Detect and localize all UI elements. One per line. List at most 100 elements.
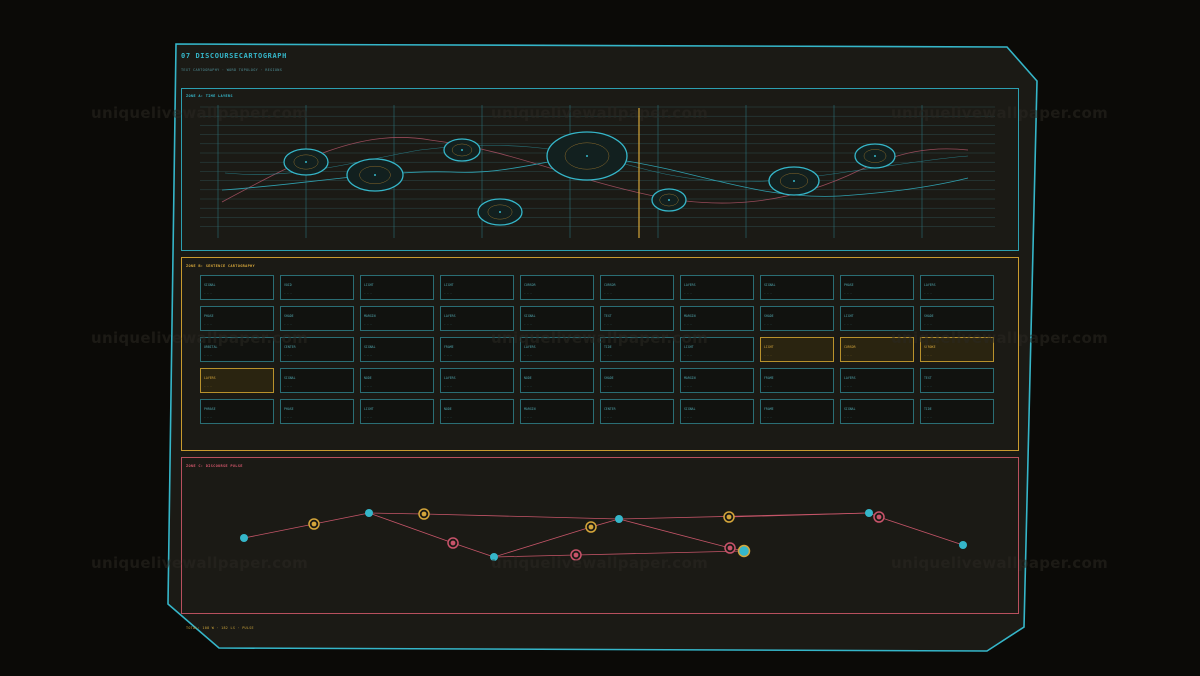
word-cell-meta: — — —: [284, 323, 292, 326]
word-cell-meta: — — —: [924, 323, 932, 326]
word-cell-label: LAYERS: [844, 376, 856, 380]
word-cell-label: PHASE: [284, 407, 294, 411]
word-cell-meta: — — —: [284, 354, 292, 357]
word-cell[interactable]: SHADE — — —: [920, 306, 994, 331]
word-cell-label: TEXT: [924, 376, 932, 380]
watermark: uniquelivewallpaper.com: [491, 329, 709, 347]
word-cell-meta: — — —: [924, 416, 932, 419]
word-cell[interactable]: SIGNAL — — —: [680, 399, 754, 424]
word-cell[interactable]: SIGNAL — — —: [280, 368, 354, 393]
word-cell[interactable]: SIGNAL — — —: [760, 275, 834, 300]
word-cell[interactable]: SHADE — — —: [600, 368, 674, 393]
word-cell[interactable]: CENTER — — —: [600, 399, 674, 424]
word-cell[interactable]: TEXT — — —: [600, 306, 674, 331]
word-cell-meta: — — —: [604, 354, 612, 357]
word-cell[interactable]: MARGIN — — —: [360, 306, 434, 331]
word-cell[interactable]: MARGIN — — —: [680, 368, 754, 393]
word-cell-meta: — — —: [604, 323, 612, 326]
watermark: uniquelivewallpaper.com: [891, 329, 1109, 347]
word-cell-meta: — — —: [844, 292, 852, 295]
word-cell-meta: — — —: [764, 385, 772, 388]
word-cell-label: SIGNAL: [844, 407, 856, 411]
word-cell-label: FRAME: [444, 345, 454, 349]
word-cell-meta: — — —: [844, 354, 852, 357]
word-cell-meta: — — —: [924, 385, 932, 388]
word-cell-label: TIDE: [924, 407, 932, 411]
word-cell-label: LAYERS: [684, 283, 696, 287]
watermark: uniquelivewallpaper.com: [491, 554, 709, 572]
word-cell[interactable]: FRAME — — —: [760, 368, 834, 393]
word-cell[interactable]: LIGHT — — —: [360, 399, 434, 424]
word-cell[interactable]: PHRASE — — —: [200, 399, 274, 424]
word-cell-meta: — — —: [764, 416, 772, 419]
word-cell-meta: — — —: [524, 416, 532, 419]
page-title: 07 DISCOURSECARTOGRAPH: [181, 52, 287, 60]
word-cell-meta: — — —: [764, 354, 772, 357]
word-cell-label: SIGNAL: [764, 283, 776, 287]
word-cell[interactable]: CURSOR — — —: [600, 275, 674, 300]
word-cell[interactable]: SIGNAL — — —: [200, 275, 274, 300]
word-cell[interactable]: PHASE — — —: [280, 399, 354, 424]
word-cell-label: CURSOR: [844, 345, 856, 349]
word-cell-meta: — — —: [684, 323, 692, 326]
zone-discourse-pulse: ZONE C: DISCOURSE PULSE: [181, 457, 1019, 614]
word-cell[interactable]: LAYERS — — —: [440, 368, 514, 393]
word-cell-label: FRAME: [764, 376, 774, 380]
word-cell-label: NODE: [444, 407, 452, 411]
word-cell[interactable]: LAYERS — — —: [680, 275, 754, 300]
word-cell[interactable]: CURSOR — — —: [520, 275, 594, 300]
word-cell-label: SIGNAL: [204, 283, 216, 287]
word-cell[interactable]: MARGIN — — —: [680, 306, 754, 331]
word-cell[interactable]: LAYERS — — —: [920, 275, 994, 300]
word-cell-label: MARGIN: [684, 376, 696, 380]
word-cell[interactable]: MARGIN — — —: [520, 399, 594, 424]
word-cell-label: NODE: [364, 376, 372, 380]
word-cell-meta: — — —: [524, 385, 532, 388]
app-canvas: 07 DISCOURSECARTOGRAPH TEXT CARTOGRAPHY …: [0, 0, 1200, 676]
word-cell[interactable]: SIGNAL — — —: [840, 399, 914, 424]
word-cell-label: TEXT: [604, 314, 612, 318]
word-cell-meta: — — —: [204, 292, 212, 295]
word-cell-meta: — — —: [764, 292, 772, 295]
word-cell-label: SHADE: [604, 376, 614, 380]
word-cell[interactable]: LAYERS — — —: [840, 368, 914, 393]
word-cell[interactable]: SHADE — — —: [760, 306, 834, 331]
word-cell-meta: — — —: [364, 292, 372, 295]
word-cell[interactable]: LIGHT — — —: [360, 275, 434, 300]
word-cell[interactable]: VOID — — —: [280, 275, 354, 300]
word-cell[interactable]: LIGHT — — —: [440, 275, 514, 300]
word-cell[interactable]: NODE — — —: [520, 368, 594, 393]
watermark: uniquelivewallpaper.com: [891, 554, 1109, 572]
word-cell[interactable]: LAYERS — — —: [200, 368, 274, 393]
word-cell-meta: — — —: [844, 416, 852, 419]
word-cell-meta: — — —: [844, 385, 852, 388]
word-cell-label: MARGIN: [524, 407, 536, 411]
word-cell[interactable]: PHASE — — —: [200, 306, 274, 331]
word-cell[interactable]: SIGNAL — — —: [520, 306, 594, 331]
page-subtitle: TEXT CARTOGRAPHY · WORD TOPOLOGY · REGIO…: [181, 68, 283, 72]
word-cell-label: LAYERS: [444, 314, 456, 318]
word-cell[interactable]: LIGHT — — —: [760, 337, 834, 362]
word-cell[interactable]: FRAME — — —: [760, 399, 834, 424]
word-cell-label: LIGHT: [844, 314, 854, 318]
word-cell[interactable]: SHADE — — —: [280, 306, 354, 331]
word-cell-meta: — — —: [284, 416, 292, 419]
word-cell-meta: — — —: [844, 323, 852, 326]
word-cell[interactable]: NODE — — —: [440, 399, 514, 424]
word-cell[interactable]: TEXT — — —: [920, 368, 994, 393]
watermark: uniquelivewallpaper.com: [91, 104, 309, 122]
word-cell[interactable]: LAYERS — — —: [440, 306, 514, 331]
word-cell-label: LAYERS: [924, 283, 936, 287]
word-cell-meta: — — —: [444, 385, 452, 388]
word-cell-label: PHASE: [844, 283, 854, 287]
word-cell-label: LIGHT: [444, 283, 454, 287]
zone-b-label: ZONE B: SENTENCE CARTOGRAPHY: [186, 264, 255, 268]
word-cell[interactable]: LIGHT — — —: [840, 306, 914, 331]
word-cell-label: CURSOR: [524, 283, 536, 287]
word-cell[interactable]: SIGNAL — — —: [360, 337, 434, 362]
word-cell-label: MARGIN: [364, 314, 376, 318]
zone-c-label: ZONE C: DISCOURSE PULSE: [186, 464, 243, 468]
word-cell[interactable]: TIDE — — —: [920, 399, 994, 424]
word-cell[interactable]: NODE — — —: [360, 368, 434, 393]
word-cell[interactable]: PHASE — — —: [840, 275, 914, 300]
